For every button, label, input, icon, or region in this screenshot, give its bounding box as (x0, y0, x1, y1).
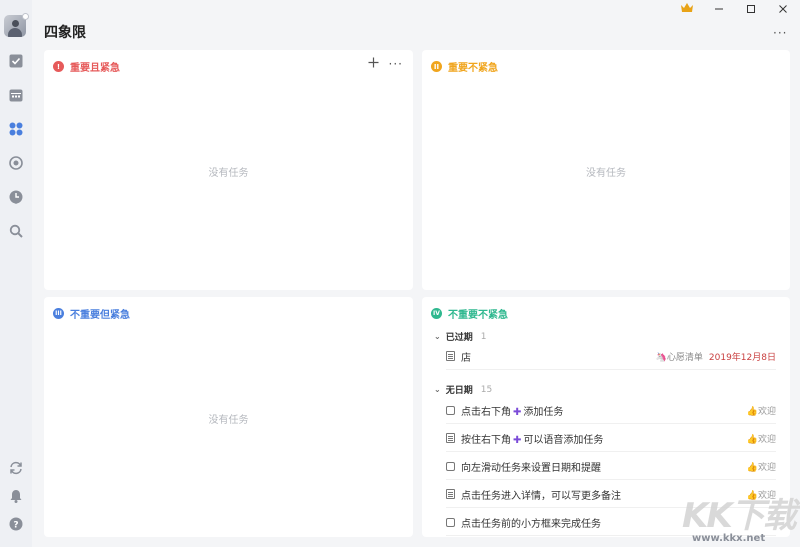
task-title: 向左滑动任务来设置日期和提醒 (461, 462, 601, 474)
list-tag: 👍欢迎 (746, 462, 776, 473)
q2-title: 重要不紧急 (448, 63, 498, 74)
help-icon[interactable]: ? (7, 515, 25, 533)
note-icon[interactable] (446, 489, 455, 499)
due-date: 2019年12月8日 (708, 352, 776, 363)
empty-placeholder: 没有任务 (208, 415, 249, 426)
list-tag: 🦄心愿清单 (655, 352, 703, 363)
q3-badge-icon: III (53, 308, 64, 319)
crown-icon[interactable] (680, 2, 694, 17)
group-overdue[interactable]: ⌄ 已过期 1 (434, 330, 486, 344)
chevron-down-icon: ⌄ (434, 385, 441, 394)
task-title: 店 (461, 352, 471, 364)
task-checkbox[interactable] (446, 461, 455, 471)
status-dot (22, 13, 29, 20)
list-tag: 👍欢迎 (746, 434, 776, 445)
watermark-url: www.kkx.net (692, 533, 766, 544)
minimize-button[interactable] (711, 2, 727, 16)
quadrant-important-not-urgent: II 重要不紧急 没有任务 (422, 50, 790, 290)
empty-placeholder: 没有任务 (586, 168, 626, 179)
calendar-icon[interactable] (7, 86, 25, 104)
note-icon[interactable] (446, 433, 455, 443)
close-button[interactable] (775, 2, 791, 16)
sidebar: ? (0, 0, 32, 547)
maximize-button[interactable] (743, 2, 759, 16)
task-row[interactable]: 点击右下角 ✚ 添加任务 👍欢迎 (446, 397, 776, 424)
add-task-icon[interactable] (368, 56, 379, 72)
task-checkbox[interactable] (446, 405, 455, 415)
page-title: 四象限 (44, 25, 86, 41)
task-title: 点击右下角 ✚ 添加任务 (461, 406, 564, 418)
task-checkbox[interactable] (446, 517, 455, 527)
more-menu-icon[interactable]: ··· (773, 26, 787, 40)
quadrant-not-important-urgent: III 不重要但紧急 没有任务 (44, 297, 413, 537)
plus-icon: ✚ (513, 434, 522, 446)
svg-text:?: ? (13, 521, 18, 531)
group-no-date[interactable]: ⌄ 无日期 15 (434, 383, 492, 397)
task-row[interactable]: 向左滑动任务来设置日期和提醒 👍欢迎 (446, 453, 776, 480)
task-row[interactable]: 店 🦄心愿清单 2019年12月8日 (446, 343, 776, 370)
note-icon[interactable] (446, 351, 455, 361)
quadrant-icon[interactable] (7, 120, 25, 138)
chevron-down-icon: ⌄ (434, 332, 441, 341)
search-icon[interactable] (7, 222, 25, 240)
more-options-icon[interactable]: ··· (389, 57, 403, 71)
q1-title: 重要且紧急 (70, 63, 120, 74)
sync-icon[interactable] (7, 459, 25, 477)
quadrant-important-urgent: ! 重要且紧急 ··· 没有任务 (44, 50, 413, 290)
bell-icon[interactable] (7, 487, 25, 505)
q2-badge-icon: II (431, 61, 442, 72)
q3-title: 不重要但紧急 (70, 310, 130, 321)
task-icon[interactable] (7, 52, 25, 70)
task-row[interactable]: 按住右下角 ✚ 可以语音添加任务 👍欢迎 (446, 425, 776, 452)
task-title: 点击任务前的小方框来完成任务 (461, 518, 601, 530)
task-title: 点击任务进入详情，可以写更多备注 (461, 490, 621, 502)
q4-title: 不重要不紧急 (448, 310, 508, 321)
task-title: 按住右下角 ✚ 可以语音添加任务 (461, 434, 604, 446)
pomodoro-icon[interactable] (7, 154, 25, 172)
watermark-logo: KK下载 (682, 496, 797, 536)
q1-badge-icon: ! (53, 61, 64, 72)
list-tag: 👍欢迎 (746, 406, 776, 417)
q4-badge-icon: IV (431, 308, 442, 319)
empty-placeholder: 没有任务 (208, 168, 249, 179)
habit-icon[interactable] (7, 188, 25, 206)
plus-icon: ✚ (513, 406, 522, 418)
